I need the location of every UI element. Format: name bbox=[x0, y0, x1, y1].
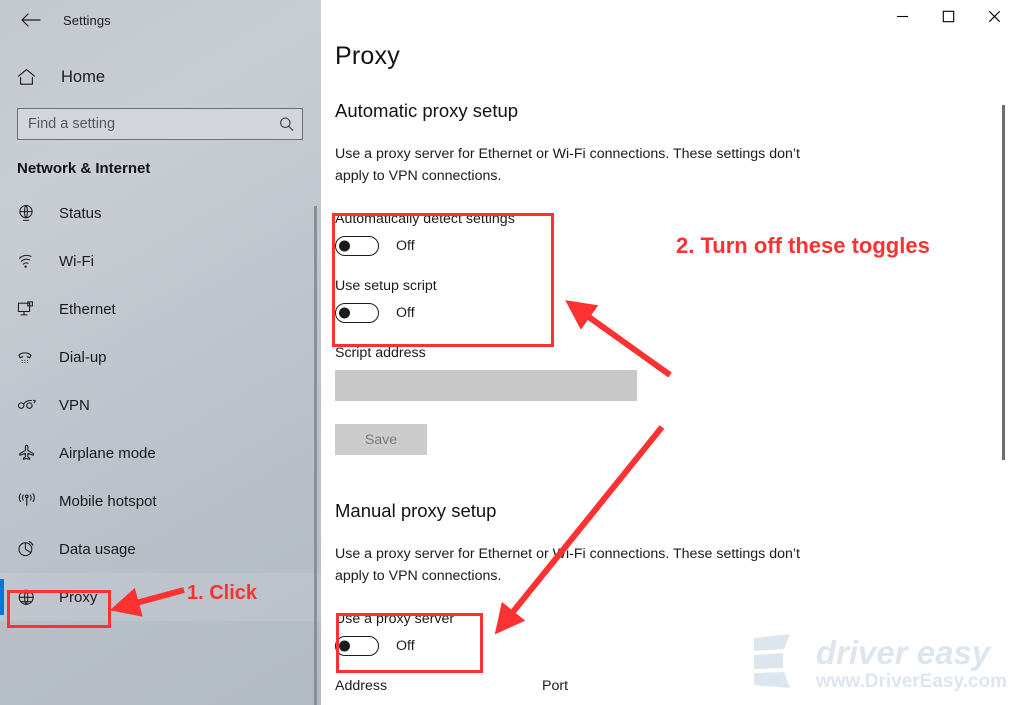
main-content-panel: Proxy Automatic proxy setup Use a proxy … bbox=[321, 0, 1017, 705]
sidebar-item-label: VPN bbox=[59, 396, 90, 414]
script-address-label: Script address bbox=[335, 345, 426, 361]
save-button[interactable]: Save bbox=[335, 424, 427, 455]
sidebar-item-label: Dial-up bbox=[59, 348, 107, 366]
sidebar-item-dial-up[interactable]: Dial-up bbox=[0, 333, 321, 381]
page-title: Proxy bbox=[335, 42, 400, 70]
toggle-knob bbox=[339, 307, 350, 319]
window-titlebar-left: Settings bbox=[0, 0, 321, 40]
script-address-input[interactable] bbox=[335, 370, 637, 401]
manual-proxy-heading: Manual proxy setup bbox=[335, 500, 497, 521]
proxy-settings-content: Proxy Automatic proxy setup Use a proxy … bbox=[321, 0, 1017, 694]
sidebar-item-label: Proxy bbox=[59, 588, 98, 606]
minimize-button[interactable] bbox=[879, 0, 925, 32]
toggle-knob bbox=[339, 640, 350, 652]
setup-script-state: Off bbox=[396, 305, 415, 321]
search-icon[interactable] bbox=[279, 117, 294, 132]
sidebar-nav-list: Status Wi-Fi Ethernet Dial-up VPN Airpla… bbox=[0, 189, 321, 621]
setup-script-group: Use setup script Off bbox=[335, 278, 1017, 323]
proxy-globe-icon bbox=[17, 588, 43, 607]
back-arrow-icon[interactable] bbox=[14, 5, 48, 35]
status-globe-icon bbox=[17, 204, 43, 222]
dialup-phone-icon bbox=[17, 349, 43, 366]
address-label: Address bbox=[335, 678, 388, 694]
ethernet-icon bbox=[17, 300, 43, 318]
sidebar-item-label: Mobile hotspot bbox=[59, 492, 157, 510]
sidebar-item-home-label: Home bbox=[61, 67, 106, 86]
port-label: Port bbox=[542, 678, 569, 694]
use-proxy-group: Use a proxy server Off bbox=[335, 611, 1017, 656]
airplane-icon bbox=[17, 444, 43, 462]
search-box[interactable] bbox=[17, 108, 303, 140]
setup-script-toggle-row: Off bbox=[335, 303, 1017, 323]
maximize-button[interactable] bbox=[925, 0, 971, 32]
sidebar-item-airplane-mode[interactable]: Airplane mode bbox=[0, 429, 321, 477]
sidebar-item-data-usage[interactable]: Data usage bbox=[0, 525, 321, 573]
sidebar-item-label: Airplane mode bbox=[59, 444, 156, 462]
manual-proxy-description: Use a proxy server for Ethernet or Wi-Fi… bbox=[335, 546, 800, 584]
settings-window: Settings Home Network & Internet bbox=[0, 0, 1017, 705]
address-port-row: Address Port bbox=[335, 678, 1017, 694]
annotation-step2-text: 2. Turn off these toggles bbox=[676, 233, 930, 258]
vpn-icon bbox=[17, 398, 43, 412]
toggle-knob bbox=[339, 240, 350, 252]
use-proxy-toggle[interactable] bbox=[335, 636, 379, 656]
sidebar: Settings Home Network & Internet bbox=[0, 0, 321, 705]
auto-detect-toggle[interactable] bbox=[335, 236, 379, 256]
home-icon bbox=[17, 68, 47, 86]
search-input[interactable] bbox=[18, 109, 302, 139]
wifi-icon bbox=[17, 253, 43, 269]
sidebar-category-title: Network & Internet bbox=[17, 160, 151, 177]
setup-script-toggle[interactable] bbox=[335, 303, 379, 323]
sidebar-item-mobile-hotspot[interactable]: Mobile hotspot bbox=[0, 477, 321, 525]
setup-script-label: Use setup script bbox=[335, 278, 437, 294]
sidebar-item-label: Data usage bbox=[59, 540, 136, 558]
script-address-group: Script address bbox=[335, 345, 1017, 401]
sidebar-item-label: Ethernet bbox=[59, 300, 116, 318]
hotspot-icon bbox=[17, 493, 43, 509]
sidebar-item-vpn[interactable]: VPN bbox=[0, 381, 321, 429]
auto-detect-label: Automatically detect settings bbox=[335, 211, 515, 227]
sidebar-item-label: Status bbox=[59, 204, 102, 222]
use-proxy-toggle-row: Off bbox=[335, 636, 1017, 656]
close-button[interactable] bbox=[971, 0, 1017, 32]
automatic-proxy-heading: Automatic proxy setup bbox=[335, 100, 519, 121]
auto-detect-state: Off bbox=[396, 238, 415, 254]
use-proxy-state: Off bbox=[396, 638, 415, 654]
use-proxy-label: Use a proxy server bbox=[335, 611, 455, 627]
sidebar-item-home[interactable]: Home bbox=[0, 57, 321, 97]
sidebar-item-label: Wi-Fi bbox=[59, 252, 94, 270]
data-usage-pie-icon bbox=[17, 540, 43, 558]
sidebar-item-proxy[interactable]: Proxy bbox=[0, 573, 321, 621]
window-controls bbox=[879, 0, 1017, 40]
automatic-proxy-description: Use a proxy server for Ethernet or Wi-Fi… bbox=[335, 146, 800, 184]
sidebar-item-wi-fi[interactable]: Wi-Fi bbox=[0, 237, 321, 285]
sidebar-item-ethernet[interactable]: Ethernet bbox=[0, 285, 321, 333]
main-scrollbar[interactable] bbox=[1002, 105, 1005, 460]
window-title: Settings bbox=[63, 12, 111, 28]
annotation-step1-text: 1. Click bbox=[187, 582, 258, 604]
sidebar-item-status[interactable]: Status bbox=[0, 189, 321, 237]
sidebar-scrollbar[interactable] bbox=[314, 206, 317, 705]
